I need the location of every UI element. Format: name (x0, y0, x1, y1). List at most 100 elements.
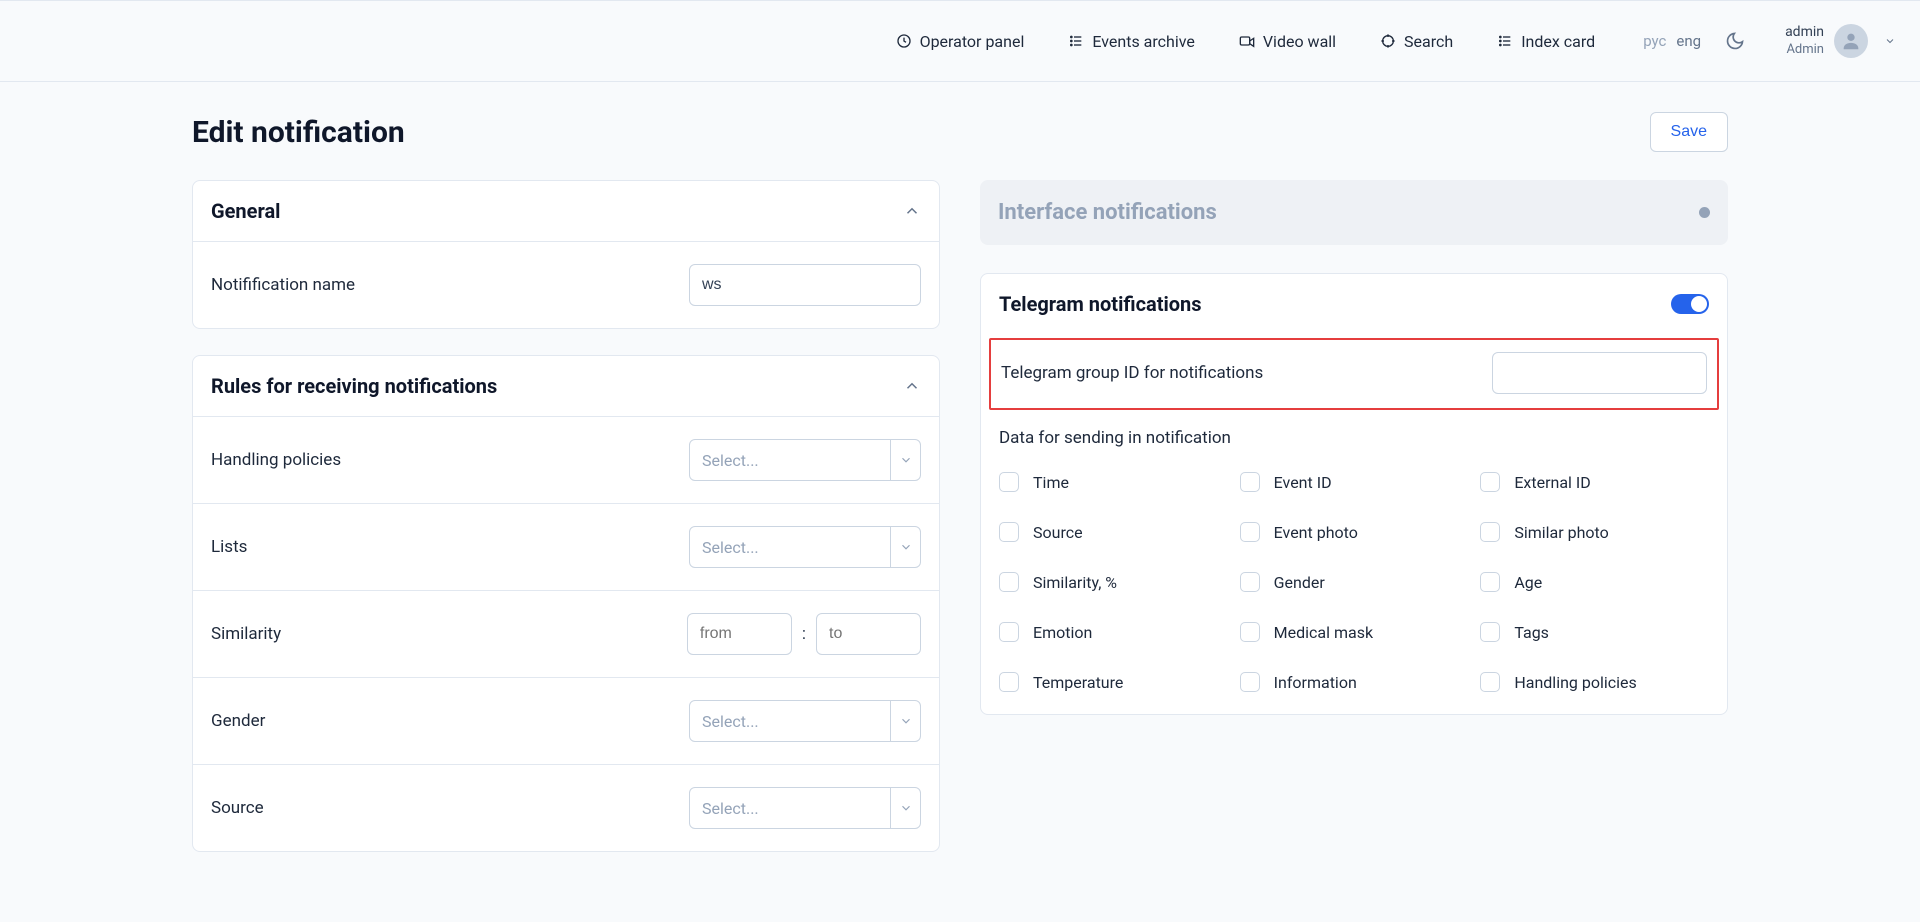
save-button[interactable]: Save (1650, 112, 1728, 152)
chevron-down-icon (890, 527, 920, 567)
select-placeholder: Select... (690, 538, 890, 557)
check-information[interactable]: Information (1240, 672, 1469, 692)
check-similarity-pct[interactable]: Similarity, % (999, 572, 1228, 592)
checkbox-icon (1240, 672, 1260, 692)
checkbox-icon (999, 622, 1019, 642)
checkbox-icon (999, 572, 1019, 592)
check-time[interactable]: Time (999, 472, 1228, 492)
telegram-group-id-input[interactable] (1492, 352, 1707, 394)
select-placeholder: Select... (690, 451, 890, 470)
telegram-toggle[interactable] (1671, 294, 1709, 314)
notification-name-row: Notifification name (193, 242, 939, 328)
similarity-to-input[interactable] (816, 613, 921, 655)
rules-header[interactable]: Rules for receiving notifications (193, 356, 939, 417)
page-header: Edit notification Save (192, 112, 1728, 152)
nav-events-archive[interactable]: Events archive (1068, 32, 1195, 51)
check-label: Information (1274, 673, 1357, 692)
similarity-label: Similarity (211, 624, 281, 644)
nav-search[interactable]: Search (1380, 32, 1453, 51)
nav-label: Operator panel (920, 32, 1025, 51)
checkbox-icon (1240, 572, 1260, 592)
check-medical-mask[interactable]: Medical mask (1240, 622, 1469, 642)
check-external-id[interactable]: External ID (1480, 472, 1709, 492)
lang-en[interactable]: eng (1676, 32, 1701, 50)
nav-label: Index card (1521, 32, 1595, 51)
select-placeholder: Select... (690, 799, 890, 818)
source-label: Source (211, 798, 264, 818)
check-handling-policies[interactable]: Handling policies (1480, 672, 1709, 692)
nav-label: Video wall (1263, 32, 1336, 51)
checkbox-icon (1480, 472, 1500, 492)
nav-index-card[interactable]: Index card (1497, 32, 1595, 51)
list-icon (1497, 33, 1513, 49)
check-label: Temperature (1033, 673, 1123, 692)
telegram-check-grid: Time Event ID External ID Source Event p… (981, 472, 1727, 714)
user-text: admin Admin (1785, 23, 1824, 58)
interface-notifications-panel[interactable]: Interface notifications (980, 180, 1728, 245)
page-title: Edit notification (192, 115, 405, 150)
check-source[interactable]: Source (999, 522, 1228, 542)
check-gender[interactable]: Gender (1240, 572, 1469, 592)
telegram-group-id-label: Telegram group ID for notifications (1001, 363, 1263, 383)
check-event-photo[interactable]: Event photo (1240, 522, 1469, 542)
rules-title: Rules for receiving notifications (211, 374, 497, 398)
telegram-title: Telegram notifications (999, 292, 1202, 316)
check-label: Source (1033, 523, 1083, 542)
gender-row: Gender Select... (193, 678, 939, 765)
check-tags[interactable]: Tags (1480, 622, 1709, 642)
checkbox-icon (1480, 522, 1500, 542)
select-placeholder: Select... (690, 712, 890, 731)
checkbox-icon (999, 672, 1019, 692)
lists-select[interactable]: Select... (689, 526, 921, 568)
chevron-up-icon (903, 202, 921, 220)
lang-ru[interactable]: рус (1643, 32, 1666, 50)
check-label: Event ID (1274, 473, 1332, 492)
handling-policies-select[interactable]: Select... (689, 439, 921, 481)
checkbox-icon (1480, 622, 1500, 642)
lists-row: Lists Select... (193, 504, 939, 591)
checkbox-icon (999, 472, 1019, 492)
check-similar-photo[interactable]: Similar photo (1480, 522, 1709, 542)
checkbox-icon (1480, 672, 1500, 692)
check-label: Tags (1514, 623, 1549, 642)
check-event-id[interactable]: Event ID (1240, 472, 1469, 492)
check-label: Event photo (1274, 523, 1358, 542)
source-select[interactable]: Select... (689, 787, 921, 829)
chevron-down-icon (1884, 35, 1896, 47)
nav-operator-panel[interactable]: Operator panel (896, 32, 1025, 51)
general-card: General Notifification name (192, 180, 940, 329)
gender-select[interactable]: Select... (689, 700, 921, 742)
checkbox-icon (1480, 572, 1500, 592)
check-temperature[interactable]: Temperature (999, 672, 1228, 692)
list-icon (1068, 33, 1084, 49)
notification-name-input[interactable] (689, 264, 921, 306)
source-row: Source Select... (193, 765, 939, 851)
lists-label: Lists (211, 537, 247, 557)
general-title: General (211, 199, 280, 223)
user-menu[interactable]: admin Admin (1785, 23, 1896, 58)
user-role: Admin (1785, 42, 1824, 59)
chevron-up-icon (903, 377, 921, 395)
theme-toggle[interactable] (1725, 31, 1745, 51)
check-emotion[interactable]: Emotion (999, 622, 1228, 642)
clock-icon (896, 33, 912, 49)
handling-policies-label: Handling policies (211, 450, 341, 470)
chevron-down-icon (890, 701, 920, 741)
topbar: Operator panel Events archive Video wall… (0, 0, 1920, 82)
general-header[interactable]: General (193, 181, 939, 242)
telegram-card: Telegram notifications Telegram group ID… (980, 273, 1728, 715)
checkbox-icon (1240, 522, 1260, 542)
telegram-data-section: Data for sending in notification (981, 420, 1727, 448)
notification-name-label: Notifification name (211, 275, 355, 295)
check-label: Age (1514, 573, 1542, 592)
columns: General Notifification name Rules for re… (192, 180, 1728, 852)
check-age[interactable]: Age (1480, 572, 1709, 592)
nav-video-wall[interactable]: Video wall (1239, 32, 1336, 51)
gender-label: Gender (211, 711, 265, 731)
check-label: Handling policies (1514, 673, 1636, 692)
check-label: Medical mask (1274, 623, 1373, 642)
nav-label: Events archive (1092, 32, 1195, 51)
user-login: admin (1785, 23, 1824, 41)
left-column: General Notifification name Rules for re… (192, 180, 940, 852)
similarity-from-input[interactable] (687, 613, 792, 655)
